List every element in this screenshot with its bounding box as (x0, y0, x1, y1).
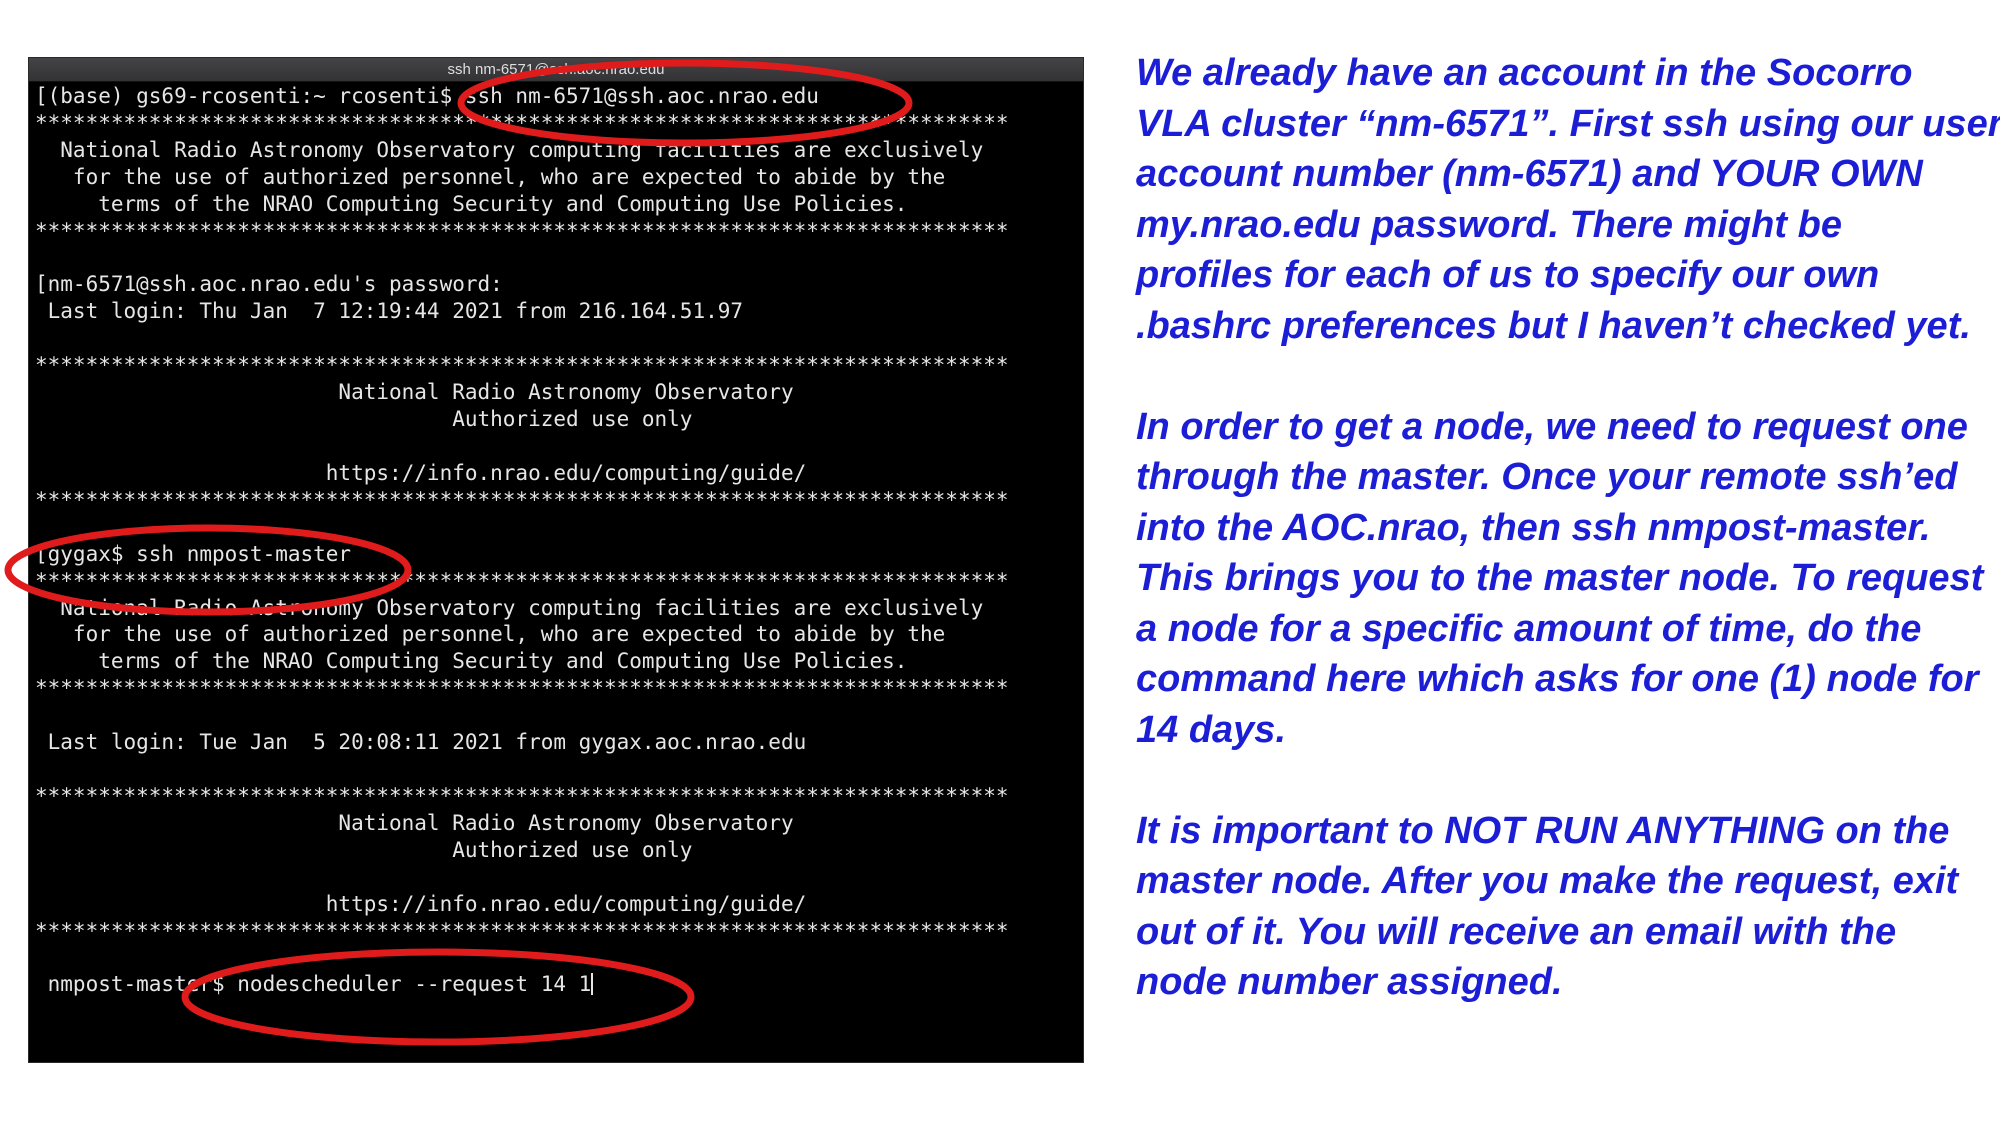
text-cursor (591, 973, 594, 996)
terminal-line: National Radio Astronomy Observatory (35, 810, 794, 835)
terminal-window[interactable]: ssh nm-6571@ssh.aoc.nrao.edu [(base) gs6… (28, 57, 1084, 1063)
note-line: command here which asks for one (1) node… (1136, 658, 1979, 700)
terminal-line: terms of the NRAO Computing Security and… (35, 649, 908, 674)
terminal-title: ssh nm-6571@ssh.aoc.nrao.edu (29, 58, 1083, 82)
terminal-line: ****************************************… (35, 918, 1009, 943)
terminal-line: Authorized use only (35, 407, 693, 432)
terminal-prompt-line[interactable]: nmpost-master$ nodescheduler --request 1… (29, 971, 1083, 998)
terminal-line: ****************************************… (35, 676, 1009, 701)
note-line: It is important to NOT RUN ANYTHING on t… (1136, 809, 1950, 852)
terminal-line: Last login: Thu Jan 7 12:19:44 2021 from… (35, 299, 744, 324)
terminal-line: ****************************************… (35, 487, 1009, 512)
terminal-line: [gygax$ ssh nmpost-master (35, 541, 352, 566)
terminal-line: [nm-6571@ssh.aoc.nrao.edu's password: (35, 272, 503, 297)
notes-paragraph-warning: It is important to NOT RUN ANYTHING on t… (1136, 806, 1986, 1008)
terminal-line: Last login: Tue Jan 5 20:08:11 2021 from… (35, 730, 807, 755)
instruction-notes: We already have an account in the Socorr… (1136, 48, 2000, 1058)
note-line: .bashrc preferences but I haven’t checke… (1136, 304, 1971, 347)
terminal-command: nmpost-master$ nodescheduler --request 1… (35, 972, 592, 997)
note-line: We already have an account in the Socorr… (1136, 52, 1913, 94)
note-line: 14 days. (1136, 708, 1286, 751)
terminal-line: ****************************************… (35, 568, 1009, 593)
terminal-line: ****************************************… (35, 218, 1009, 243)
terminal-line: terms of the NRAO Computing Security and… (35, 191, 908, 216)
notes-paragraph-node-request: In order to get a node, we need to reque… (1136, 402, 1986, 756)
note-line: through the master. Once your remote ssh… (1136, 456, 1958, 498)
note-line: This brings you to the master node. To r… (1136, 557, 1984, 599)
note-line: In order to get a node, we need to reque… (1136, 405, 1968, 448)
terminal-line: [(base) gs69-rcosenti:~ rcosenti$ ssh nm… (35, 84, 819, 108)
note-line: node number assigned. (1136, 961, 1563, 1003)
terminal-line: ****************************************… (35, 110, 1009, 135)
note-line: out of it. You will receive an email wit… (1136, 910, 1897, 953)
terminal-output[interactable]: [(base) gs69-rcosenti:~ rcosenti$ ssh nm… (29, 82, 1083, 998)
terminal-line: National Radio Astronomy Observatory com… (35, 595, 984, 620)
note-line: master node. After you make the request,… (1136, 860, 1959, 902)
terminal-line: ****************************************… (35, 783, 1009, 808)
terminal-line: ****************************************… (35, 353, 1009, 378)
note-line: account number (nm-6571) and YOUR OWN (1136, 153, 1923, 195)
terminal-line: National Radio Astronomy Observatory com… (35, 137, 984, 162)
terminal-line: National Radio Astronomy Observatory (35, 380, 794, 405)
note-line: profiles for each of us to specify our o… (1136, 254, 1880, 296)
note-line: into the AOC.nrao, then ssh nmpost-maste… (1136, 506, 1931, 549)
terminal-line: https://info.nrao.edu/computing/guide/ (35, 891, 807, 916)
note-line: my.nrao.edu password. There might be (1136, 203, 1842, 246)
terminal-line: https://info.nrao.edu/computing/guide/ (35, 460, 807, 485)
note-line: a node for a specific amount of time, do… (1136, 607, 1922, 650)
note-line: VLA cluster “nm-6571”. First ssh using o… (1136, 102, 2000, 145)
notes-paragraph-account: We already have an account in the Socorr… (1136, 48, 2000, 351)
terminal-line: for the use of authorized personnel, who… (35, 164, 946, 189)
terminal-line: for the use of authorized personnel, who… (35, 622, 946, 647)
terminal-line: Authorized use only (35, 837, 693, 862)
